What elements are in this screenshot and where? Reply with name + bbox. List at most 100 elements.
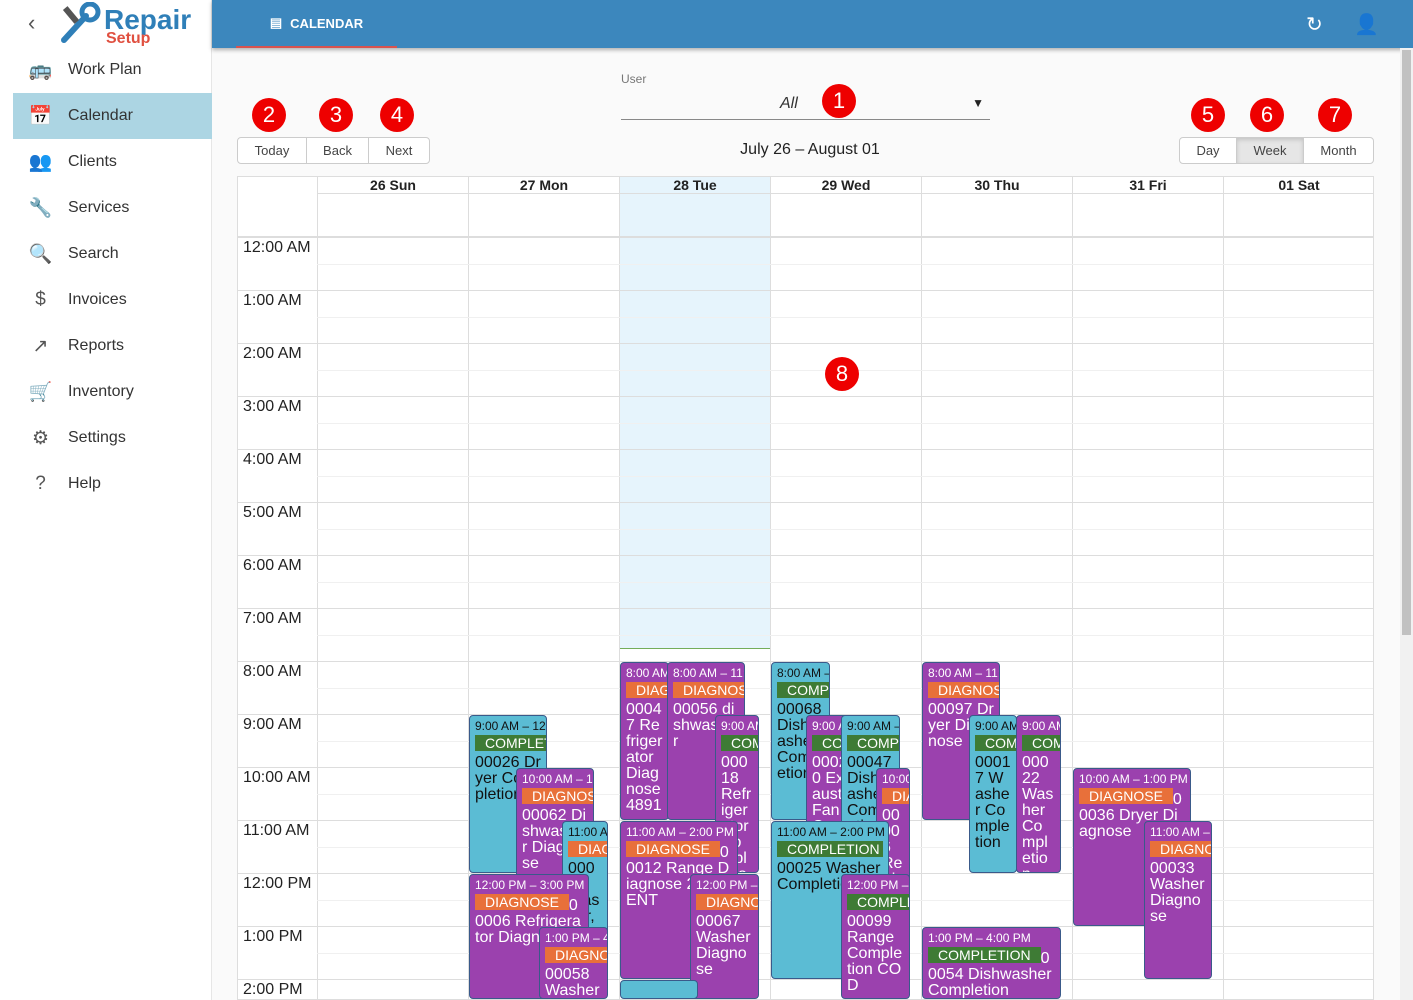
- today-button[interactable]: Today: [237, 137, 307, 164]
- time-label: 10:00 AM: [243, 769, 311, 786]
- time-label: 4:00 AM: [243, 451, 302, 468]
- annotation-marker-3: 3: [319, 98, 353, 132]
- chevron-left-icon[interactable]: ‹: [28, 10, 35, 36]
- sidebar-item-label: Work Plan: [68, 61, 142, 78]
- user-select-label: User: [621, 72, 647, 86]
- calendar-event[interactable]: 9:00 AM – 12:00 PM COMPLETION 00022 Washer…: [1016, 715, 1061, 873]
- half-hour-line: [317, 475, 1373, 477]
- sidebar-item-search[interactable]: 🔍 Search: [13, 231, 212, 277]
- event-time: 8:00 AM – 11:00 AM: [928, 666, 999, 680]
- event-status-badge: DIAGNOSE: [696, 894, 758, 910]
- half-hour-line: [317, 581, 1373, 583]
- sidebar-item-work-plan[interactable]: 🚌 Work Plan: [13, 47, 212, 93]
- hour-line: [238, 449, 1373, 450]
- event-status-badge: COMPLETION: [1022, 735, 1060, 751]
- scrollbar-thumb[interactable]: [1402, 50, 1411, 635]
- calendar-event[interactable]: [620, 980, 698, 999]
- day-column-divider: [317, 194, 318, 999]
- sidebar-item-calendar[interactable]: 📅 Calendar: [13, 93, 212, 139]
- account-icon[interactable]: 👤: [1354, 12, 1379, 37]
- today-column-highlight: [619, 177, 770, 648]
- event-status-badge: DIAGNOSE: [882, 788, 909, 804]
- help-icon: ?: [35, 473, 46, 494]
- calendar-event[interactable]: 1:00 PM – 4:00 PM COMPLETION 00054 Dishwas…: [922, 927, 1061, 999]
- event-title: 00017 Washer Completion: [975, 754, 1011, 851]
- calendar-event[interactable]: 9:00 AM – 12:00 PM COMPLETION 00017 Washer…: [969, 715, 1017, 873]
- scrollbar[interactable]: [1400, 48, 1413, 1000]
- day-header[interactable]: 26 Sun: [317, 177, 468, 194]
- day-header[interactable]: 29 Wed: [770, 177, 921, 194]
- user-select[interactable]: All ▼: [621, 90, 990, 120]
- day-header[interactable]: 30 Thu: [921, 177, 1072, 194]
- time-label: 12:00 PM: [243, 875, 312, 892]
- sidebar-item-reports[interactable]: ↗ Reports: [13, 323, 212, 369]
- event-time: 10:00 AM – 1:00 PM: [522, 772, 593, 786]
- month-view-button[interactable]: Month: [1303, 137, 1374, 164]
- annotation-marker-6: 6: [1250, 98, 1284, 132]
- next-button[interactable]: Next: [368, 137, 430, 164]
- event-status-badge: DIAGNOSE: [673, 682, 744, 698]
- trending-up-icon: ↗: [32, 335, 49, 357]
- sidebar-item-services[interactable]: 🔧 Services: [13, 185, 212, 231]
- calendar-icon: 📅: [28, 106, 53, 127]
- sidebar-item-label: Search: [68, 245, 119, 262]
- time-label: 1:00 AM: [243, 292, 302, 309]
- calendar-event[interactable]: 8:00 AM – 11:00 AM DIAGNOSE 00047 Refriger…: [620, 662, 669, 820]
- time-label: 5:00 AM: [243, 504, 302, 521]
- sidebar-item-clients[interactable]: 👥 Clients: [13, 139, 212, 185]
- refresh-icon[interactable]: ↻: [1306, 12, 1323, 37]
- event-status-badge: DIAGNOSE: [626, 841, 720, 857]
- calendar-event[interactable]: 11:00 AM – 2:00 PM DIAGNOSE 00033 Washer D…: [1144, 821, 1212, 979]
- event-title: 00047 Refrigerator Diagnose 4891: [626, 701, 663, 814]
- event-time: 11:00 AM – 2:00 PM: [777, 825, 885, 839]
- sidebar-item-help[interactable]: ? Help: [13, 461, 212, 507]
- back-button[interactable]: Back: [306, 137, 369, 164]
- hour-line: [238, 555, 1373, 556]
- day-header[interactable]: 31 Fri: [1072, 177, 1223, 194]
- event-status-badge: DIAGNOSE: [475, 894, 569, 910]
- event-time: 9:00 AM – 12:00 PM: [975, 719, 1016, 733]
- event-status-badge: DIAGNOSE: [928, 682, 999, 698]
- event-title: 00033 Washer Diagnose: [1150, 860, 1205, 925]
- event-status-badge: COMPLETION: [475, 735, 546, 751]
- dropdown-arrow-icon: ▼: [972, 96, 984, 110]
- event-status-badge: COMPLETION: [847, 735, 899, 751]
- event-time: 12:00 PM – 3:00 PM: [475, 878, 585, 892]
- day-column-divider: [1223, 194, 1224, 999]
- day-header[interactable]: 01 Sat: [1223, 177, 1374, 194]
- time-label: 2:00 AM: [243, 345, 302, 362]
- event-time: 11:00 AM – 2:00 PM: [1150, 825, 1211, 839]
- event-title: 00099 Range Completion COD: [847, 913, 903, 994]
- event-time: 8:00 AM – 11:00 AM: [626, 666, 669, 680]
- half-hour-line: [317, 528, 1373, 530]
- hour-line: [238, 608, 1373, 609]
- sidebar-item-inventory[interactable]: 🛒 Inventory: [13, 369, 212, 415]
- day-header[interactable]: 28 Tue: [619, 177, 770, 194]
- half-hour-line: [317, 316, 1373, 318]
- calendar-event[interactable]: 12:00 PM – 3:00 PM DIAGNOSE 00067 Washer D…: [690, 874, 759, 999]
- time-label: 8:00 AM: [243, 663, 302, 680]
- day-view-button[interactable]: Day: [1179, 137, 1237, 164]
- top-app-bar: ▤ CALENDAR ↻ 👤: [212, 0, 1413, 48]
- sidebar-item-invoices[interactable]: $ Invoices: [13, 277, 212, 323]
- week-calendar-grid[interactable]: 26 Sun 27 Mon 28 Tue 29 Wed 30 Thu 31 Fri 01 S…: [237, 176, 1374, 1000]
- calendar-event[interactable]: 1:00 PM – 4:00 PM DIAGNOSE 00058 Washer: [539, 927, 608, 999]
- sidebar-item-label: Reports: [68, 337, 125, 354]
- half-hour-line: [317, 687, 1373, 689]
- time-label: 2:00 PM: [243, 981, 303, 998]
- annotation-marker-1: 1: [822, 84, 856, 118]
- sidebar-item-settings[interactable]: ⚙ Settings: [13, 415, 212, 461]
- event-time: 8:00 AM – 11:00 AM: [673, 666, 744, 680]
- event-time: 12:00 PM – 3:00 PM: [696, 878, 758, 892]
- tab-calendar[interactable]: ▤ CALENDAR: [236, 0, 397, 48]
- event-title: 00067 Washer Diagnose: [696, 913, 751, 978]
- time-label: 7:00 AM: [243, 610, 302, 627]
- sidebar-item-label: Inventory: [68, 383, 134, 400]
- day-header[interactable]: 27 Mon: [468, 177, 619, 194]
- search-icon: 🔍: [28, 244, 53, 265]
- event-time: 12:00 PM – 3:00 PM: [847, 878, 909, 892]
- calendar-event[interactable]: 12:00 PM – 3:00 PM COMPLETION 00099 Range …: [841, 874, 910, 999]
- week-view-button[interactable]: Week: [1236, 137, 1304, 164]
- sidebar-item-label: Calendar: [68, 107, 133, 124]
- cart-icon: 🛒: [28, 382, 53, 403]
